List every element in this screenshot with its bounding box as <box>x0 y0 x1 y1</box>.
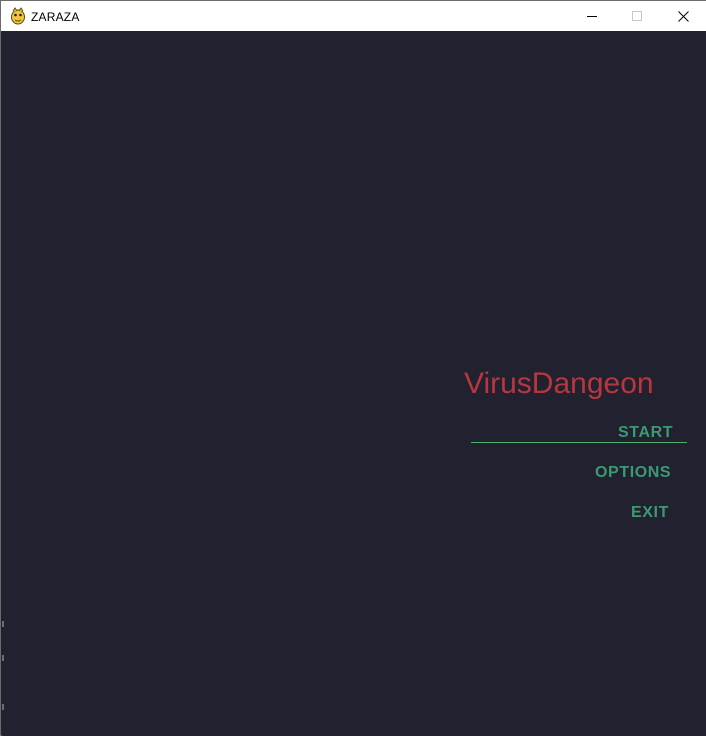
minimize-icon <box>587 16 597 17</box>
menu-item-options[interactable]: OPTIONS <box>595 464 671 482</box>
game-window: ZARAZA VirusDangeon START OPTIONS EXIT <box>0 0 706 736</box>
maximize-icon <box>632 11 642 21</box>
menu-selection-underline <box>471 442 687 443</box>
edge-artifact <box>2 621 4 627</box>
edge-artifact <box>2 704 4 710</box>
title-bar[interactable]: ZARAZA <box>1 0 706 31</box>
game-title: VirusDangeon <box>464 367 654 400</box>
pygame-snake-icon <box>11 7 25 25</box>
minimize-button[interactable] <box>569 1 615 31</box>
edge-artifact <box>2 655 4 661</box>
close-icon <box>677 10 689 22</box>
menu-item-start[interactable]: START <box>618 424 673 442</box>
menu-item-exit[interactable]: EXIT <box>631 504 669 522</box>
window-title: ZARAZA <box>31 10 80 24</box>
maximize-button[interactable] <box>614 1 660 31</box>
close-button[interactable] <box>660 1 706 31</box>
game-canvas[interactable]: VirusDangeon START OPTIONS EXIT <box>2 31 706 736</box>
